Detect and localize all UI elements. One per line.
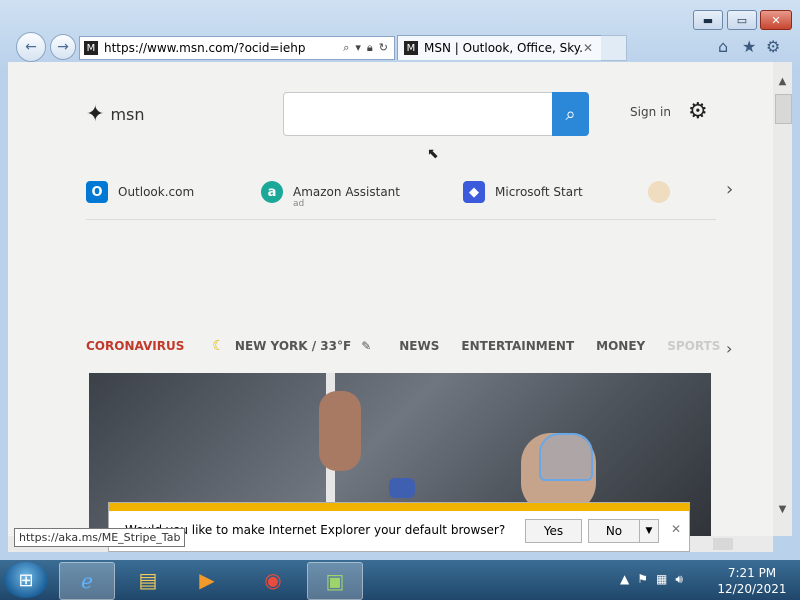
quick-link-outlook[interactable]: O Outlook.com <box>86 181 194 203</box>
image-detail <box>539 433 593 481</box>
address-url[interactable]: https://www.msn.com/?ocid=iehp <box>104 41 343 55</box>
image-detail <box>319 391 361 471</box>
quick-links: O Outlook.com a Amazon Assistant ad ◆ Mi… <box>86 175 716 220</box>
default-browser-dialog: Would you like to make Internet Explorer… <box>108 502 690 552</box>
sign-in-link[interactable]: Sign in <box>630 105 671 119</box>
nav-sports[interactable]: SPORTS <box>667 339 720 353</box>
image-detail <box>389 478 415 498</box>
internet-explorer-icon: ℯ <box>81 569 93 593</box>
quick-link-label: Outlook.com <box>118 185 195 199</box>
quick-link-microsoft-start[interactable]: ◆ Microsoft Start <box>463 181 583 203</box>
refresh-icon[interactable]: ↻ <box>379 41 388 55</box>
search-button[interactable]: ⌕ <box>552 92 589 136</box>
taskbar-file-explorer[interactable]: ▤ <box>121 562 175 598</box>
dialog-accent-bar <box>109 503 689 511</box>
nav-entertainment[interactable]: ENTERTAINMENT <box>461 339 574 353</box>
taskbar-media-player[interactable]: ▶ <box>180 562 234 598</box>
address-bar[interactable]: M https://www.msn.com/?ocid=iehp ⌕ ▾ 🔒︎ … <box>79 36 395 60</box>
mouse-cursor-icon: ⬉ <box>427 146 439 162</box>
forward-button[interactable]: → <box>50 34 76 60</box>
scroll-down-icon[interactable]: ▼ <box>773 504 792 520</box>
scroll-up-icon[interactable]: ▲ <box>773 76 792 92</box>
browser-window: ▬ ▭ ✕ ← → M https://www.msn.com/?ocid=ie… <box>0 0 800 560</box>
tools-gear-icon[interactable]: ⚙ <box>766 37 780 56</box>
forward-icon: → <box>57 39 69 55</box>
amazon-assistant-icon: a <box>261 181 283 203</box>
scroll-thumb[interactable] <box>775 94 792 124</box>
close-window-button[interactable]: ✕ <box>760 10 792 30</box>
category-nav: CORONAVIRUS ☾ NEW YORK / 33°F ✎ NEWS ENT… <box>86 335 726 357</box>
clock[interactable]: 7:21 PM 12/20/2021 <box>712 565 792 597</box>
settings-gear-icon[interactable]: ⚙ <box>688 99 708 124</box>
volume-icon[interactable]: 🔊︎ <box>675 572 683 587</box>
home-icon[interactable]: ⌂ <box>718 37 728 56</box>
nav-next-icon[interactable]: › <box>726 339 732 358</box>
back-button[interactable]: ← <box>16 32 46 62</box>
new-tab-button[interactable] <box>601 35 627 61</box>
outlook-icon: O <box>86 181 108 203</box>
system-tray: ▲ ⚑ ▦ 🔊︎ <box>620 572 683 587</box>
logo-text: msn <box>110 105 145 124</box>
network-icon[interactable]: ▦ <box>656 572 667 587</box>
search-input[interactable]: ⌕ <box>283 92 589 136</box>
action-center-flag-icon[interactable]: ⚑ <box>637 572 648 587</box>
lock-icon[interactable]: 🔒︎ <box>367 41 373 55</box>
taskbar-chrome[interactable]: ◉ <box>246 562 300 598</box>
msn-favicon-icon: M <box>84 41 98 55</box>
search-icon[interactable]: ⌕ <box>343 41 349 55</box>
dropdown-icon[interactable]: ▾ <box>355 41 361 55</box>
task-manager-icon: ▣ <box>325 569 345 593</box>
media-player-icon: ▶ <box>199 568 215 592</box>
scroll-thumb[interactable] <box>713 538 733 550</box>
tab-title: MSN | Outlook, Office, Sky... <box>424 41 583 55</box>
taskbar-internet-explorer[interactable]: ℯ <box>59 562 115 600</box>
nav-coronavirus[interactable]: CORONAVIRUS <box>86 339 184 353</box>
quick-link-label: Microsoft Start <box>495 185 583 199</box>
favorites-icon[interactable]: ★ <box>742 37 756 56</box>
page-content: ✦ msn ⌕ Sign in ⚙ ⬉ O Outlook.com a Amaz… <box>8 62 773 536</box>
back-icon: ← <box>25 39 37 55</box>
status-url-tooltip: https://aka.ms/ME_Stripe_Tab <box>14 528 186 547</box>
windows-logo-icon: ⊞ <box>18 569 34 591</box>
microsoft-start-icon: ◆ <box>463 181 485 203</box>
vertical-scrollbar[interactable]: ▲ ▼ <box>773 62 792 536</box>
search-icon: ⌕ <box>565 103 576 125</box>
msn-favicon-icon: M <box>404 41 418 55</box>
clock-date: 12/20/2021 <box>717 582 787 596</box>
nav-news[interactable]: NEWS <box>399 339 439 353</box>
show-hidden-icons-icon[interactable]: ▲ <box>620 572 629 587</box>
close-tab-icon[interactable]: ✕ <box>583 41 597 55</box>
quick-link-faded[interactable] <box>648 181 670 203</box>
no-options-dropdown-icon[interactable]: ▼ <box>639 519 659 543</box>
nav-weather[interactable]: NEW YORK / 33°F <box>235 339 351 353</box>
no-button[interactable]: No <box>588 519 640 543</box>
taskbar-task-manager[interactable]: ▣ <box>307 562 363 600</box>
quick-links-next-icon[interactable]: › <box>726 179 733 200</box>
taskbar: ⊞ ℯ ▤ ▶ ◉ ▣ ▲ ⚑ ▦ 🔊︎ 7:21 PM 12/20/2021 <box>0 560 800 600</box>
minimize-button[interactable]: ▬ <box>693 10 723 30</box>
chrome-icon: ◉ <box>264 568 282 592</box>
folder-icon: ▤ <box>138 568 158 592</box>
msn-butterfly-icon: ✦ <box>86 102 105 127</box>
start-button[interactable]: ⊞ <box>4 562 48 598</box>
quick-link-amazon[interactable]: a Amazon Assistant ad <box>261 181 400 209</box>
clock-time: 7:21 PM <box>727 566 777 580</box>
edit-pencil-icon[interactable]: ✎ <box>361 339 371 353</box>
tab-msn[interactable]: M MSN | Outlook, Office, Sky... ✕ <box>397 35 602 60</box>
quick-link-label: Amazon Assistant <box>293 185 400 199</box>
faded-link-icon <box>648 181 670 203</box>
close-dialog-icon[interactable]: ✕ <box>671 522 681 536</box>
yes-button[interactable]: Yes <box>525 519 582 543</box>
moon-weather-icon: ☾ <box>212 338 225 354</box>
maximize-button[interactable]: ▭ <box>727 10 757 30</box>
msn-logo[interactable]: ✦ msn <box>86 102 145 127</box>
ad-label: ad <box>293 199 305 209</box>
nav-money[interactable]: MONEY <box>596 339 645 353</box>
